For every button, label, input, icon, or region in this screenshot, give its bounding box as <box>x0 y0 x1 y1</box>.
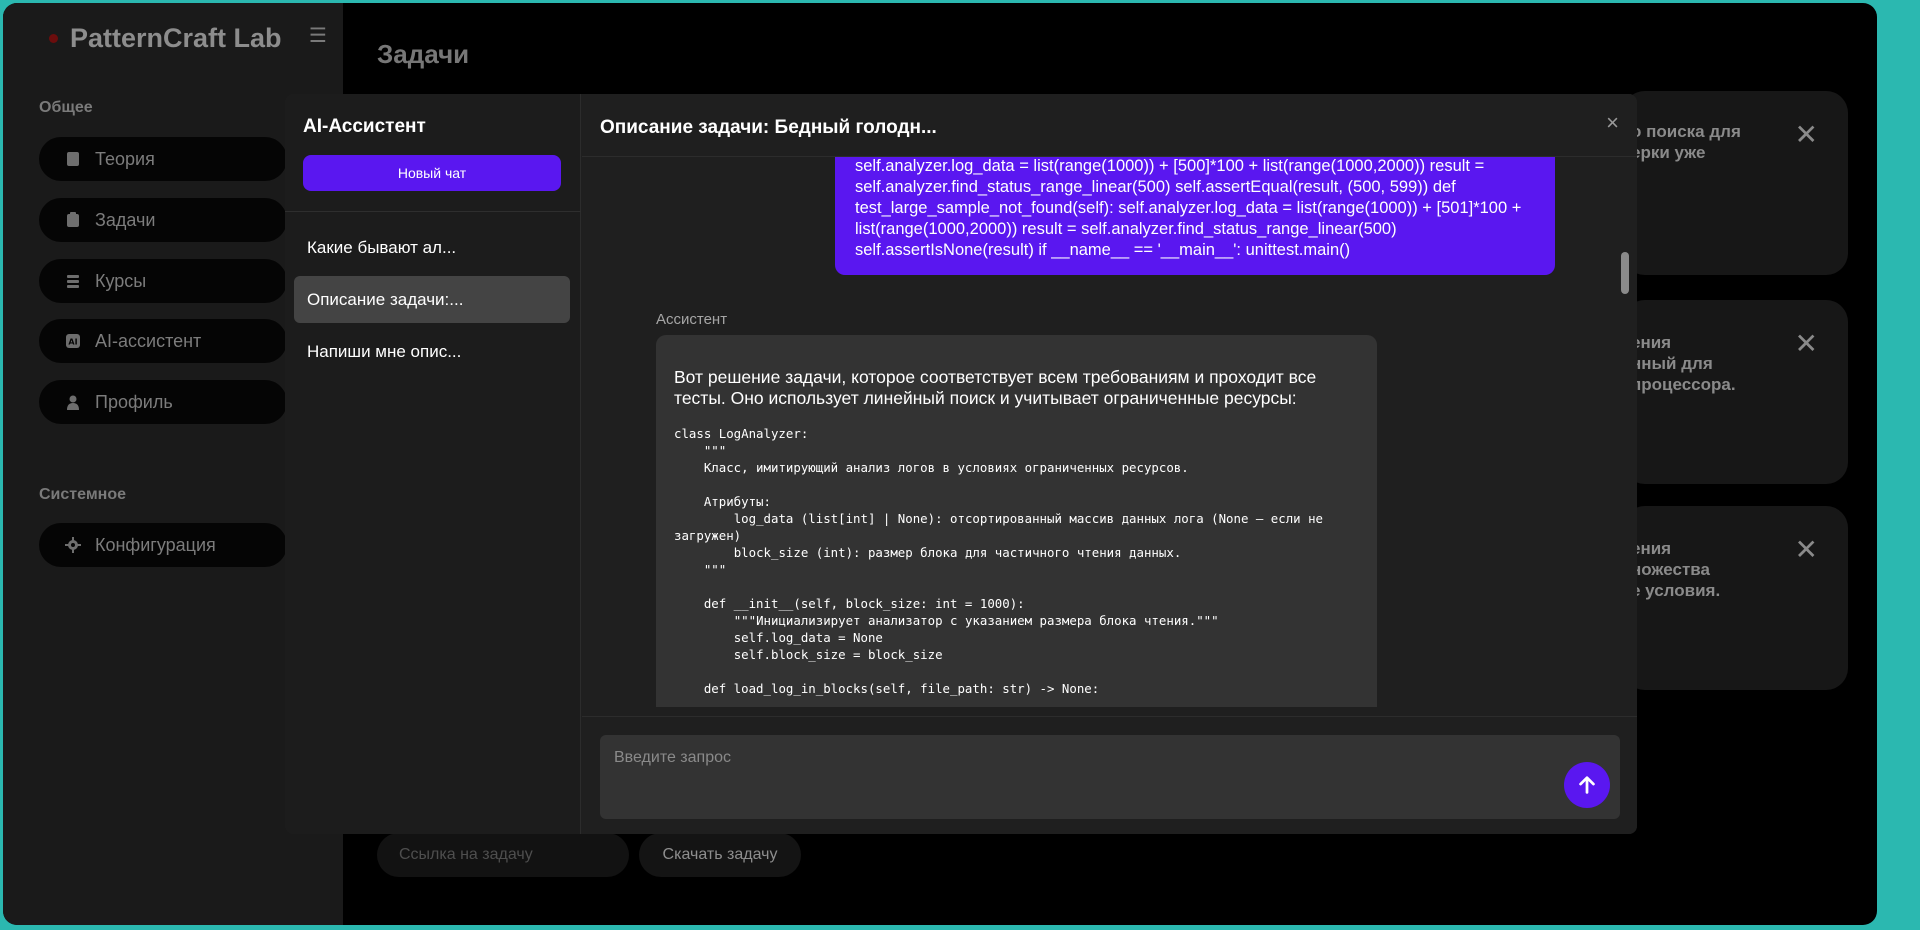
chat-list-item-active[interactable]: Описание задачи:... <box>294 276 570 323</box>
layers-icon <box>65 273 81 289</box>
sidebar-item-theory[interactable]: Теория <box>39 137 287 181</box>
ai-assistant-modal: AI-Ассистент Новый чат Какие бывают ал..… <box>285 94 1637 834</box>
sidebar-item-label: Курсы <box>95 270 147 291</box>
clipboard-icon <box>65 212 81 228</box>
task-card-text: о поиска для ерки уже <box>1631 122 1741 162</box>
new-chat-button[interactable]: Новый чат <box>303 155 561 191</box>
brand-dot-icon <box>49 34 58 43</box>
svg-text:AI: AI <box>68 338 77 347</box>
divider <box>285 211 581 212</box>
task-card[interactable]: о поиска для ерки уже ✕ <box>1623 91 1848 275</box>
chat-title: Описание задачи: Бедный голодн... <box>600 117 937 138</box>
book-icon <box>65 151 81 167</box>
sidebar-item-config[interactable]: Конфигурация <box>39 523 287 567</box>
close-icon[interactable]: ✕ <box>1795 330 1818 358</box>
sidebar-item-label: Профиль <box>95 391 173 412</box>
chat-input-area <box>582 716 1637 834</box>
gear-icon <box>65 537 81 553</box>
brand[interactable]: PatternCraft Lab <box>49 23 282 54</box>
assistant-code-block: class LogAnalyzer: """ Класс, имитирующи… <box>674 426 1324 696</box>
sidebar-item-label: AI-ассистент <box>95 330 202 351</box>
assistant-message-text: Вот решение задачи, которое соответствуе… <box>674 367 1317 408</box>
sidebar-item-label: Задачи <box>95 209 156 230</box>
task-link-input[interactable]: Ссылка на задачу <box>377 833 629 877</box>
close-icon[interactable]: ✕ <box>1795 121 1818 149</box>
chat-list-panel: AI-Ассистент Новый чат Какие бывают ал..… <box>285 94 581 834</box>
page-title: Задачи <box>377 39 470 69</box>
sidebar-item-label: Конфигурация <box>95 534 216 555</box>
download-task-button[interactable]: Скачать задачу <box>639 833 801 877</box>
arrow-up-icon <box>1576 774 1598 796</box>
sidebar-item-profile[interactable]: Профиль <box>39 380 287 424</box>
chat-messages[interactable]: self.analyzer.log_data = list(range(1000… <box>582 157 1637 707</box>
nav-group-system: Системное <box>39 486 126 503</box>
chat-header: Описание задачи: Бедный голодн... × <box>582 94 1637 157</box>
chat-scrollbar[interactable] <box>1621 157 1629 707</box>
app-window: PatternCraft Lab ☰ Общее Теория Задачи К… <box>3 3 1877 925</box>
chat-panel: Описание задачи: Бедный голодн... × self… <box>582 94 1637 834</box>
task-card-text: ения ножества е условия. <box>1631 539 1721 600</box>
sidebar-item-label: Теория <box>95 148 155 169</box>
sidebar-item-courses[interactable]: Курсы <box>39 259 287 303</box>
query-input[interactable] <box>600 735 1620 819</box>
assistant-label: Ассистент <box>656 311 728 328</box>
sidebar-item-ai-assistant[interactable]: AI AI-ассистент <box>39 319 287 363</box>
task-card-text: ения нный для процессора. <box>1631 333 1736 394</box>
assistant-panel-title: AI-Ассистент <box>303 116 426 137</box>
brand-name: PatternCraft Lab <box>70 23 282 53</box>
task-card[interactable]: ения ножества е условия. ✕ <box>1623 506 1848 690</box>
chat-list-item[interactable]: Какие бывают ал... <box>294 224 570 271</box>
sidebar-item-tasks[interactable]: Задачи <box>39 198 287 242</box>
menu-icon[interactable]: ☰ <box>309 23 327 48</box>
user-icon <box>65 394 81 410</box>
scroll-thumb[interactable] <box>1621 252 1629 294</box>
assistant-message: Вот решение задачи, которое соответствуе… <box>656 335 1377 707</box>
close-modal-icon[interactable]: × <box>1606 112 1619 134</box>
ai-icon: AI <box>65 333 81 349</box>
chat-list-item[interactable]: Напиши мне опис... <box>294 328 570 375</box>
nav-group-general: Общее <box>39 99 93 116</box>
close-icon[interactable]: ✕ <box>1795 536 1818 564</box>
task-card[interactable]: ения нный для процессора. ✕ <box>1623 300 1848 484</box>
user-message-text: self.analyzer.log_data = list(range(1000… <box>855 157 1522 259</box>
send-button[interactable] <box>1564 762 1610 808</box>
user-message: self.analyzer.log_data = list(range(1000… <box>835 157 1555 275</box>
